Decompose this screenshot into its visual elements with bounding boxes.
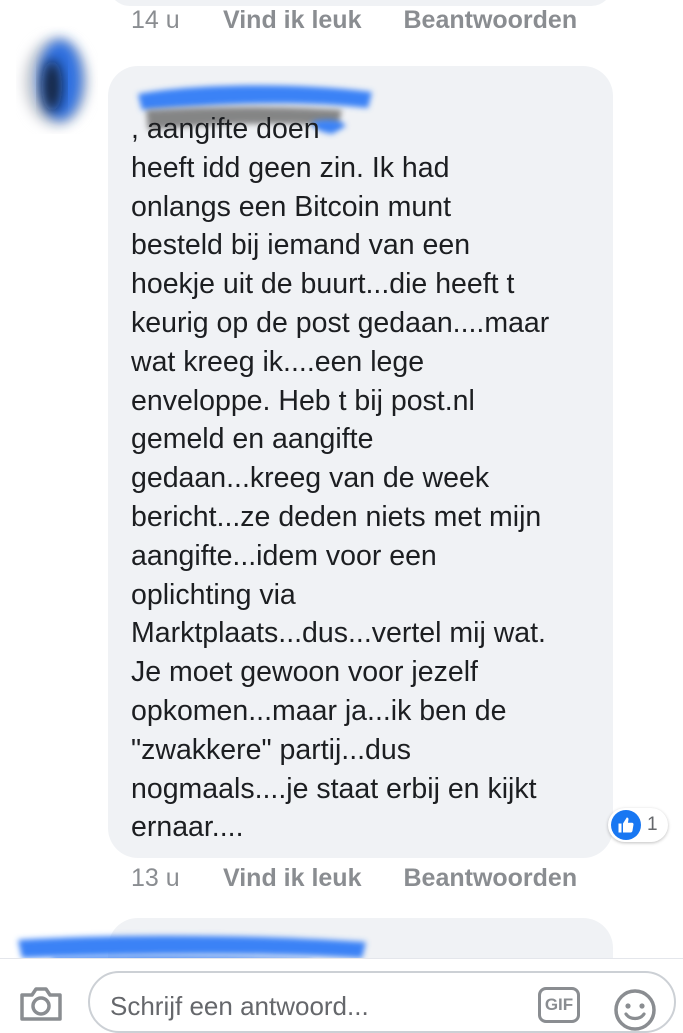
reply-button[interactable]: Beantwoorden bbox=[403, 864, 577, 893]
comment-timestamp: 13 u bbox=[131, 864, 180, 892]
reply-button[interactable]: Beantwoorden bbox=[403, 6, 577, 35]
previous-comment-actions: 14 u Vind ik leuk Beantwoorden bbox=[131, 6, 577, 35]
camera-icon[interactable] bbox=[18, 983, 64, 1023]
gif-button[interactable]: GIF bbox=[538, 987, 580, 1023]
reply-composer: GIF bbox=[0, 958, 683, 1033]
comment-text: , aangifte doen heeft idd geen zin. Ik h… bbox=[131, 113, 550, 844]
avatar[interactable] bbox=[16, 26, 98, 134]
comment-timestamp: 14 u bbox=[131, 6, 180, 34]
gif-icon: GIF bbox=[544, 995, 574, 1014]
reply-input[interactable] bbox=[108, 985, 512, 1027]
emoji-icon[interactable] bbox=[612, 987, 658, 1033]
like-icon bbox=[611, 810, 641, 840]
comment-actions: 13 u Vind ik leuk Beantwoorden bbox=[131, 864, 577, 893]
reaction-badge[interactable]: 1 bbox=[608, 808, 668, 842]
like-button[interactable]: Vind ik leuk bbox=[223, 864, 361, 893]
like-button[interactable]: Vind ik leuk bbox=[223, 6, 361, 35]
reaction-count: 1 bbox=[647, 814, 658, 835]
